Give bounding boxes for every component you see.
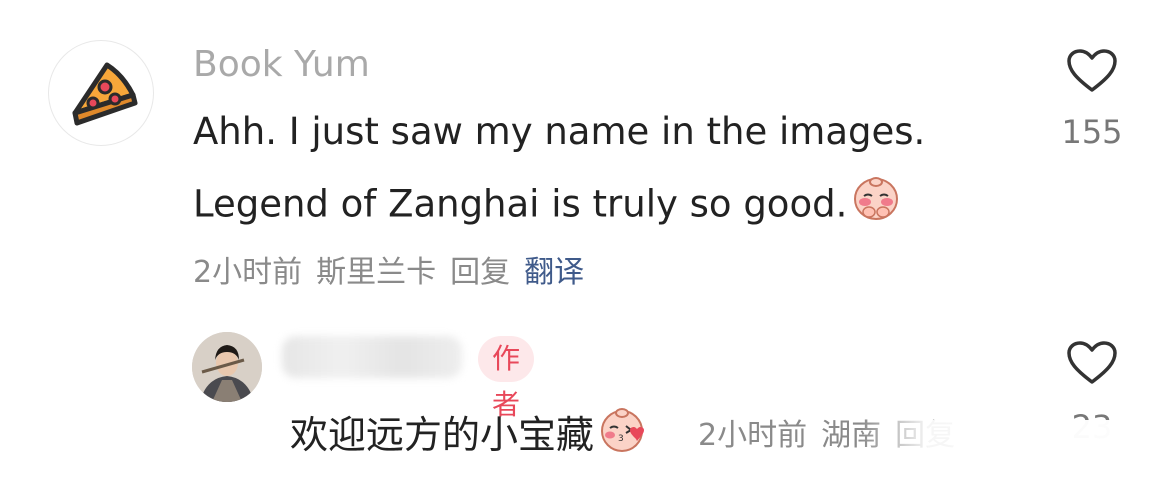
comment-text-line2: Legend of Zanghai is truly so good. bbox=[193, 176, 901, 236]
like-button[interactable] bbox=[1066, 340, 1118, 390]
svg-text:3: 3 bbox=[618, 434, 624, 444]
blurred-username bbox=[282, 336, 462, 378]
person-avatar-image bbox=[192, 332, 262, 402]
comment-meta: 2小时前 斯里兰卡 回复 翻译 bbox=[193, 247, 598, 291]
heart-icon bbox=[1067, 49, 1117, 92]
kiss-face-emoji: 3 bbox=[598, 403, 650, 464]
comment-location: 斯里兰卡 bbox=[316, 255, 437, 290]
like-button[interactable] bbox=[1066, 48, 1118, 98]
heart-icon bbox=[1067, 341, 1117, 384]
comment-text-line1: Ahh. I just saw my name in the images. bbox=[193, 110, 926, 153]
avatar[interactable] bbox=[192, 332, 262, 402]
username[interactable]: Book Yum bbox=[193, 44, 370, 85]
comment-text-line2-content: Legend of Zanghai is truly so good. bbox=[193, 182, 848, 226]
avatar[interactable] bbox=[48, 40, 154, 146]
translate-button[interactable]: 翻译 bbox=[524, 255, 584, 290]
reply-button[interactable]: 回复 bbox=[450, 255, 510, 290]
watermark-overlay bbox=[860, 420, 1170, 477]
reply-text: 欢迎远方的小宝藏 3 bbox=[290, 404, 650, 468]
reply-text-content: 欢迎远方的小宝藏 bbox=[290, 413, 595, 457]
like-count: 155 bbox=[1061, 113, 1123, 151]
reply-time: 2小时前 bbox=[698, 418, 808, 453]
pizza-icon bbox=[72, 62, 138, 126]
shy-face-emoji bbox=[851, 172, 901, 232]
comment-time: 2小时前 bbox=[193, 255, 303, 290]
author-badge: 作者 bbox=[478, 336, 535, 421]
